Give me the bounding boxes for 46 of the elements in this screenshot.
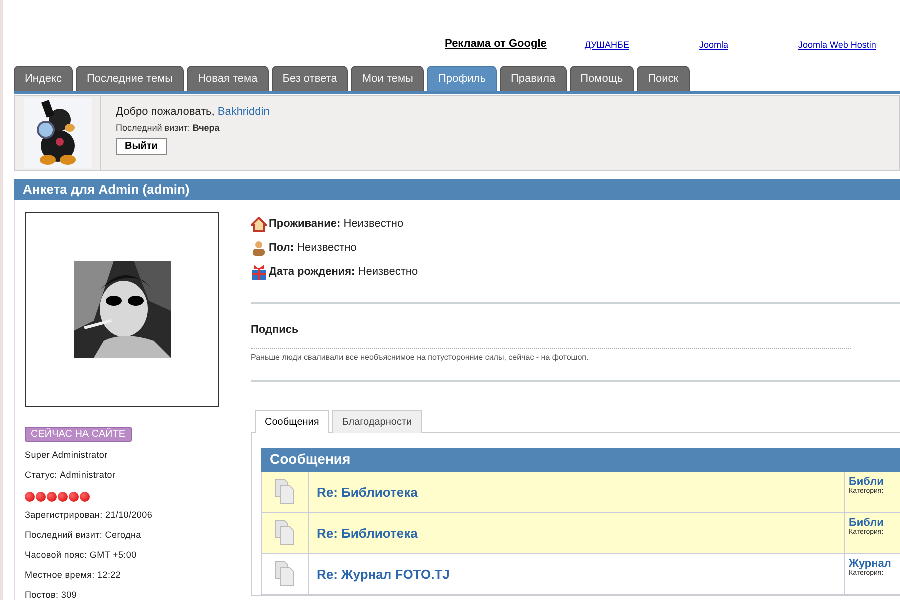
ad-link[interactable]: ДУШАНБЕ — [584, 40, 630, 50]
nav-tab[interactable]: Мои темы — [351, 66, 424, 91]
signature-text: Раньше люди сваливали все необъяснимое на потусторонние силы, сейчас - на фотошоп. — [251, 353, 590, 362]
house-icon — [251, 216, 267, 232]
documents-icon — [275, 479, 295, 505]
person-icon — [251, 240, 267, 256]
stat-text: Последний визит: Сегодна — [25, 529, 142, 542]
topic-link[interactable]: Журнал — [849, 558, 892, 570]
topic-link[interactable]: Библи — [849, 517, 884, 529]
profile-header: Анкета для Admin (admin) — [14, 179, 900, 200]
nav-tab[interactable]: Без ответа — [272, 66, 348, 91]
nav-tab[interactable]: Профиль — [427, 66, 497, 91]
profile-field: Проживание: Неизвестно — [269, 218, 404, 230]
nav-tab[interactable]: Помощь — [570, 66, 634, 91]
nav-tab[interactable]: Поиск — [637, 66, 690, 91]
status-text: Статус: Administrator — [25, 469, 116, 482]
documents-icon — [275, 561, 295, 587]
role-text: Super Administrator — [25, 449, 108, 462]
content-tab[interactable]: Сообщения — [255, 410, 330, 433]
topic-link[interactable]: Библи — [849, 476, 884, 488]
documents-icon — [275, 520, 295, 546]
message-link[interactable]: Re: Библиотека — [317, 526, 418, 540]
profile-field: Дата рождения: Неизвестно — [269, 266, 418, 278]
stat-text: Часовой пояс: GMT +5:00 — [25, 549, 137, 562]
gift-icon — [251, 264, 267, 280]
message-link[interactable]: Re: Библиотека — [317, 484, 418, 500]
nav-tab[interactable]: Индекс — [14, 66, 73, 91]
online-badge: СЕЙЧАС НА САЙТЕ — [25, 427, 132, 442]
stat-text: Зарегистрирован: 21/10/2006 — [25, 509, 153, 522]
ad-link[interactable]: Joomla Web Hostin — [798, 40, 876, 50]
nav-tab[interactable]: Новая тема — [187, 66, 269, 91]
stat-text: Постов: 309 — [25, 589, 77, 600]
ad-link[interactable]: Joomla — [699, 40, 728, 50]
nav-tab[interactable]: Последние темы — [76, 66, 184, 91]
ads-title: Реклама от Google — [445, 38, 547, 50]
welcome-text: Добро пожаловать, Bakhriddin — [116, 106, 270, 118]
message-link[interactable]: Re: Журнал FOTO.TJ — [317, 566, 450, 582]
nav-tab[interactable]: Правила — [500, 66, 567, 91]
messages-header: Сообщения — [261, 448, 900, 472]
logout-button[interactable]: Выйти — [116, 138, 167, 155]
signature-title: Подпись — [251, 324, 300, 336]
stat-text: Местное время: 12:22 — [25, 569, 122, 582]
profile-field: Пол: Неизвестно — [269, 242, 357, 254]
content-tab[interactable]: Благодарности — [332, 410, 422, 433]
last-visit-text: Последний визит: Вчера — [116, 123, 220, 133]
username-link[interactable]: Bakhriddin — [218, 106, 270, 118]
